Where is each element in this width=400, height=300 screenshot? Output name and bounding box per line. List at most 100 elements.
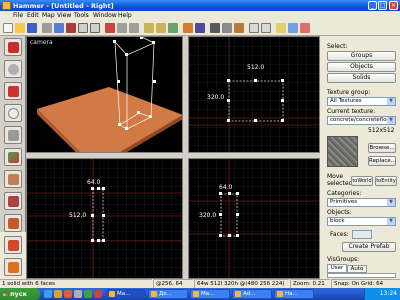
pointer-icon [8,42,19,53]
groups-button[interactable]: Groups [327,51,396,61]
selection-tool[interactable] [4,38,22,56]
grid-larger-icon[interactable] [90,23,100,33]
current-texture-value: concrete/concretefloor [330,117,393,123]
categories-value: Primitives [330,199,358,205]
texture-tool[interactable] [4,148,22,166]
decals-icon[interactable] [261,23,271,33]
objects-label: Objects: [327,209,352,216]
entity-tool[interactable] [4,104,22,122]
wireframe-icon[interactable] [210,23,220,33]
minimize-button[interactable]: _ [368,1,377,10]
block-tool[interactable] [4,126,22,144]
ie-icon[interactable] [44,290,52,298]
save-icon[interactable] [27,23,37,33]
task-button-5[interactable]: На... [274,289,314,299]
desktop-icon[interactable] [74,290,82,298]
visgroups-list[interactable] [327,273,396,278]
categories-dropdown[interactable]: Primitives ▼ [327,198,396,207]
menu-bar: File Edit Map View Tools Window Help [0,11,400,20]
system-tray: 13:24 [364,288,400,300]
firefox-icon[interactable] [64,290,72,298]
camera-viewport[interactable]: camera [26,36,183,153]
tool-strip [0,36,26,232]
entity-report-icon[interactable] [195,23,205,33]
magnify-tool[interactable] [4,60,22,78]
folder-icon[interactable] [54,290,62,298]
snap-icon[interactable] [66,23,76,33]
hammer-app-icon [2,1,11,10]
camera-tool[interactable] [4,82,22,100]
check-problems-icon[interactable] [276,23,286,33]
maximize-button[interactable]: □ [378,1,387,10]
objects-dropdown[interactable]: block ▼ [327,217,396,226]
clock: 13:24 [379,290,397,297]
top-viewport[interactable]: 512.0 320.0 [188,36,320,153]
app-icon[interactable] [94,290,102,298]
cordon-icon[interactable] [288,23,298,33]
side-view-grid [189,159,319,278]
replace-button[interactable]: Replace... [368,156,396,166]
apply-texture-tool[interactable] [4,170,22,188]
task-button-4[interactable]: Ad... [232,289,272,299]
browse-button[interactable]: Browse... [368,143,396,153]
open-folder-icon[interactable] [15,23,25,33]
status-coords: @256, 64 [153,279,193,288]
menu-tools[interactable]: Tools [74,12,89,19]
visgroups-tab-user[interactable]: User [327,264,347,273]
group-icon[interactable] [117,23,127,33]
clip-icon [8,218,19,229]
hide-items-icon[interactable] [144,23,154,33]
3d-grid-icon[interactable] [54,23,64,33]
faces-input[interactable] [352,230,372,239]
solids-button[interactable]: Solids [327,73,396,83]
show-items-icon[interactable] [156,23,166,33]
menu-map[interactable]: Map [42,12,55,19]
decal-tool[interactable] [4,192,22,210]
start-button[interactable]: пуск [0,288,40,300]
visgroups-label: VisGroups: [327,256,360,263]
task-button-3[interactable]: Ма... [190,289,230,299]
chevron-down-icon: ▼ [387,218,395,225]
carve-icon[interactable] [105,23,115,33]
create-prefab-button[interactable]: Create Prefab [342,242,396,252]
side-viewport[interactable]: 64.0 320.0 [188,158,320,279]
vertex-tool[interactable] [4,236,22,254]
front-viewport[interactable]: 64.0 512.0 [26,158,183,279]
apply-texture-icon [8,174,19,185]
textured-icon[interactable] [234,23,244,33]
flat-shaded-icon[interactable] [222,23,232,33]
texture-group-value: All Textures [330,98,362,104]
menu-help[interactable]: Help [118,12,132,19]
grid-smaller-icon[interactable] [78,23,88,33]
to-entity-button[interactable]: toEntity [375,176,397,186]
to-world-button[interactable]: toWorld [351,176,373,186]
grid-toggle-icon[interactable] [42,23,52,33]
new-file-icon[interactable] [3,23,13,33]
task-button-2[interactable]: До... [148,289,188,299]
texture-preview [327,136,358,167]
objects-button[interactable]: Objects [327,62,396,72]
select-label: Select: [327,43,348,50]
current-texture-label: Current texture: [327,108,376,115]
ungroup-icon[interactable] [129,23,139,33]
overlay-tool[interactable] [4,258,22,276]
run-map-icon[interactable] [183,23,193,33]
help-icon[interactable] [300,23,310,33]
status-zoom: Zoom: 0.21 [290,279,330,288]
current-texture-dropdown[interactable]: concrete/concretefloor ▼ [327,116,396,125]
menu-view[interactable]: View [57,12,71,19]
decal-icon [8,196,19,207]
clip-tool[interactable] [4,214,22,232]
task-button-1[interactable]: Ма... [106,289,146,299]
visgroups-tab-auto[interactable]: Auto [347,265,367,273]
menu-edit[interactable]: Edit [27,12,39,19]
windows-taskbar: пуск Ма... До... Ма... Ad... На... 13:24 [0,288,400,300]
menu-window[interactable]: Window [93,12,117,19]
texture-lock-icon[interactable] [168,23,178,33]
close-button[interactable]: × [389,1,398,10]
texture-group-dropdown[interactable]: All Textures ▼ [327,97,396,106]
block-icon [8,130,19,141]
media-player-icon[interactable] [84,290,92,298]
texture-application-icon[interactable] [249,23,259,33]
menu-file[interactable]: File [13,12,23,19]
